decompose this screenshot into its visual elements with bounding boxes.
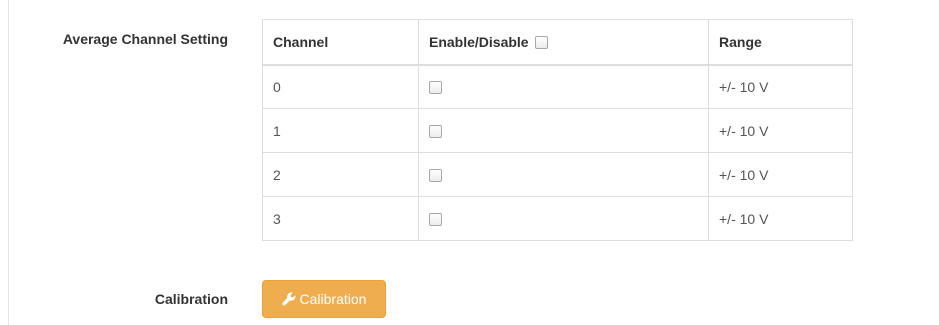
calibration-label: Calibration	[154, 291, 228, 307]
range-cell: +/- 10 V	[708, 196, 853, 241]
enable-all-checkbox[interactable]	[535, 35, 549, 49]
channel-table: Channel Enable/Disable Range 0 +/- 10 V …	[262, 19, 853, 241]
table-row: 2 +/- 10 V	[262, 152, 853, 197]
channel-column-header: Channel	[262, 19, 419, 66]
enable-cell	[418, 108, 709, 153]
channel-settings-panel: Average Channel Setting Channel Enable/D…	[0, 0, 939, 325]
channel-enable-checkbox[interactable]	[429, 168, 442, 182]
wrench-icon	[281, 292, 296, 306]
enable-disable-column-header: Enable/Disable	[418, 19, 709, 66]
channel-cell: 1	[262, 108, 419, 153]
range-column-label: Range	[719, 33, 762, 50]
channel-enable-checkbox[interactable]	[429, 124, 442, 138]
enable-cell	[418, 152, 709, 197]
range-cell: +/- 10 V	[708, 64, 853, 109]
channel-cell: 0	[262, 64, 419, 109]
range-cell: +/- 10 V	[708, 108, 853, 153]
table-row: 1 +/- 10 V	[262, 108, 853, 153]
channel-column-label: Channel	[273, 33, 329, 50]
panel-divider	[8, 0, 9, 325]
average-channel-setting-label: Average Channel Setting	[62, 31, 228, 47]
table-row: 0 +/- 10 V	[262, 64, 853, 109]
enable-cell	[418, 196, 709, 241]
table-header-row: Channel Enable/Disable Range	[262, 19, 853, 66]
enable-disable-column-label: Enable/Disable	[429, 33, 529, 50]
channel-enable-checkbox[interactable]	[429, 212, 442, 226]
channel-enable-checkbox[interactable]	[429, 80, 442, 94]
calibration-button-label: Calibration	[299, 291, 367, 307]
enable-cell	[418, 64, 709, 109]
calibration-button[interactable]: Calibration	[262, 280, 386, 318]
range-column-header: Range	[708, 19, 853, 66]
range-cell: +/- 10 V	[708, 152, 853, 197]
table-row: 3 +/- 10 V	[262, 196, 853, 241]
channel-cell: 2	[262, 152, 419, 197]
channel-cell: 3	[262, 196, 419, 241]
